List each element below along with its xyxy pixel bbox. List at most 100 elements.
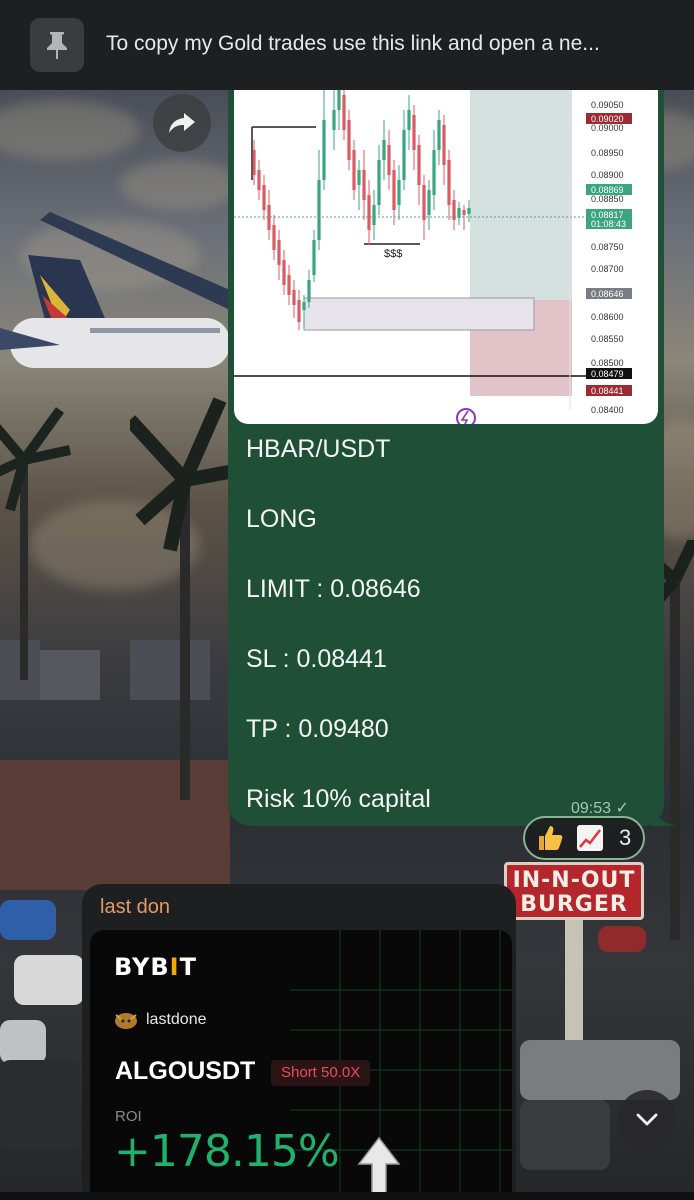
read-check-icon: ✓ [615, 800, 629, 817]
signal-direction: LONG [246, 505, 317, 533]
airplane-image [0, 212, 230, 368]
candle-body [252, 150, 256, 175]
candle-body [452, 200, 456, 220]
candle-body [312, 240, 316, 275]
thumbs-up-icon[interactable] [535, 823, 565, 853]
bybit-logo-right: T [179, 953, 197, 981]
message-time: 09:53 [571, 800, 612, 817]
price-axis-label: 0.08441 [591, 386, 624, 396]
candle-body [417, 145, 421, 185]
candle-body [317, 180, 321, 240]
candle-body [337, 90, 341, 110]
candle-body [367, 195, 371, 230]
bybit-logo-accent: I [169, 953, 180, 981]
candle-body [412, 115, 416, 150]
up-arrow-icon [357, 1136, 401, 1200]
chart-increasing-icon[interactable] [575, 823, 605, 853]
candle-body [257, 170, 261, 190]
position-tag: Short 50.0X [271, 1060, 371, 1086]
candle-body [352, 150, 356, 190]
candle-body [292, 290, 296, 305]
candle-body [397, 180, 401, 205]
signal-pair: HBAR/USDT [246, 435, 391, 463]
candle-body [442, 125, 446, 165]
signal-limit: LIMIT : 0.08646 [246, 575, 421, 603]
pin-icon [30, 18, 84, 72]
bybit-username: lastdone [146, 1011, 207, 1028]
candle-body [287, 275, 291, 295]
price-axis-label: 01:08:43 [591, 219, 626, 229]
candle-body [382, 140, 386, 160]
candle-body [302, 302, 306, 310]
bottom-edge [0, 1192, 694, 1200]
candle-body [402, 130, 406, 180]
candle-body [267, 205, 271, 230]
candle-body [297, 300, 301, 322]
candle-body [432, 150, 436, 195]
sign-line-2: BURGER [520, 892, 628, 917]
candle-body [272, 225, 276, 250]
candle-body [322, 120, 326, 180]
price-axis-label: 0.08700 [591, 264, 624, 274]
candle-body [377, 160, 381, 205]
price-axis-label: 0.08850 [591, 194, 624, 204]
signal-take-profit: TP : 0.09480 [246, 715, 389, 743]
candle-body [467, 208, 471, 214]
price-axis-label: 0.08950 [591, 148, 624, 158]
user-avatar-icon [115, 1013, 137, 1029]
bybit-pair: ALGOUSDT [115, 1057, 256, 1085]
forward-button[interactable] [153, 94, 211, 152]
candle-body [447, 160, 451, 205]
reaction-count: 3 [619, 825, 632, 850]
candle-body [307, 280, 311, 302]
signal-text: HBAR/USDT LONG LIMIT : 0.08646 SL : 0.08… [246, 432, 431, 852]
candle-body [362, 170, 366, 200]
candle-body [262, 185, 266, 210]
candle-body [427, 190, 431, 215]
scroll-to-bottom-button[interactable] [618, 1090, 676, 1148]
price-axis-label: 0.09000 [591, 123, 624, 133]
candle-body [347, 120, 351, 160]
price-axis-label: 0.08750 [591, 242, 624, 252]
bybit-logo-left: BYB [114, 953, 170, 981]
roi-value: +178.15% [114, 1126, 340, 1177]
price-axis-label: 0.08900 [591, 170, 624, 180]
candle-body [422, 185, 426, 220]
candle-body [342, 95, 346, 130]
candle-body [437, 120, 441, 150]
price-axis-label: 0.08600 [591, 312, 624, 322]
pinned-message-bar[interactable]: To copy my Gold trades use this link and… [0, 0, 694, 90]
roi-label: ROI [115, 1108, 142, 1125]
candle-body [282, 260, 286, 285]
price-axis-label: 0.08500 [591, 358, 624, 368]
sender-name[interactable]: last don [100, 896, 170, 919]
forward-arrow-icon [169, 113, 195, 133]
price-axis-label: 0.08479 [591, 369, 624, 379]
candle-body [462, 210, 466, 215]
price-axis-label: 0.08646 [591, 289, 624, 299]
chevron-down-icon [636, 1113, 658, 1126]
candle-body [457, 208, 461, 218]
price-axis-label: 0.09050 [591, 100, 624, 110]
signal-risk: Risk 10% capital [246, 785, 431, 813]
price-axis-label: 0.08550 [591, 334, 624, 344]
candle-body [407, 110, 411, 130]
candle-body [392, 170, 396, 210]
bybit-logo: BYBIT [114, 953, 197, 981]
target-zone [470, 90, 572, 300]
candle-body [372, 205, 376, 225]
reactions-pill[interactable]: 3 [523, 816, 645, 860]
in-n-out-sign: IN-N-OUT BURGER [504, 862, 644, 920]
order-block [303, 297, 535, 331]
message-timestamp: 09:53 ✓ [571, 798, 629, 818]
chart-annotation: $$$ [384, 248, 402, 260]
palm-tree-image [0, 407, 72, 680]
price-axis-label: 0.08400 [591, 405, 624, 415]
candlestick-chart: $$$ 0.090500.090200.090000.089500.089000… [234, 90, 632, 424]
candle-body [387, 145, 391, 175]
pinned-message-text: To copy my Gold trades use this link and… [106, 32, 600, 55]
palm-tree-image [130, 397, 240, 800]
trade-chart-image[interactable]: $$$ 0.09050 0.09020 0.09000 0.08950 0.08900 0… [234, 90, 658, 424]
signal-stop-loss: SL : 0.08441 [246, 645, 387, 673]
sign-line-1: IN-N-OUT [512, 868, 636, 893]
